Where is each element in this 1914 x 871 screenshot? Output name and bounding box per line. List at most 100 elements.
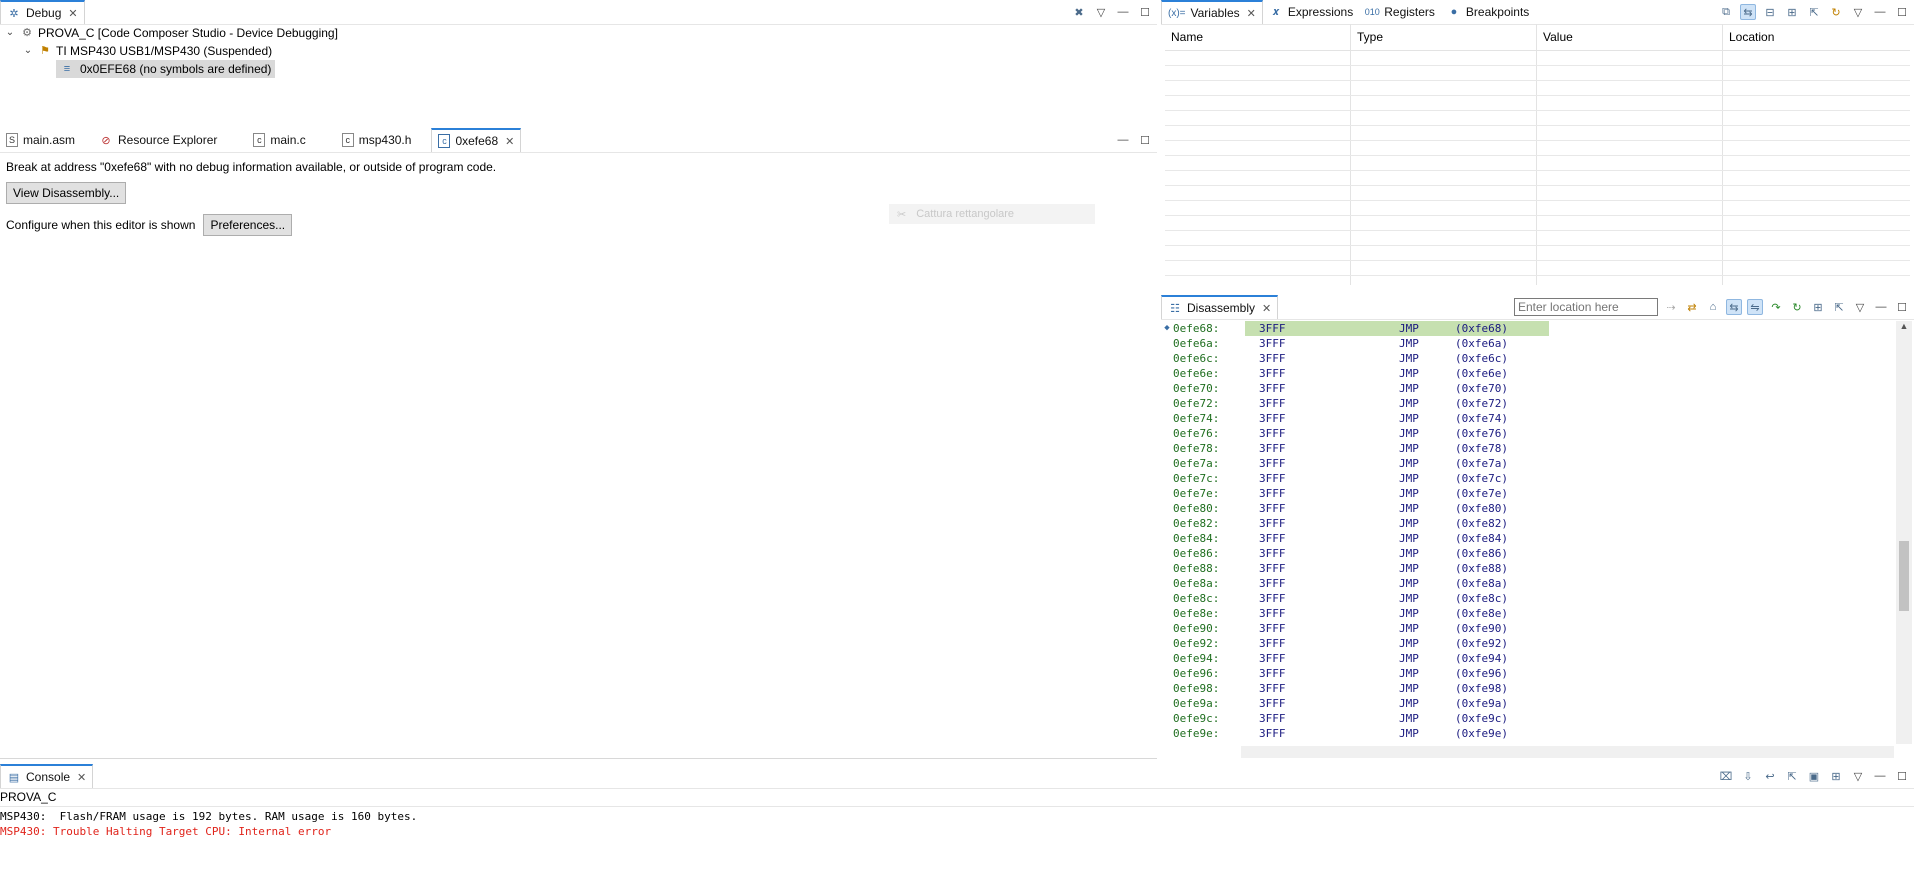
maximize-icon[interactable]: ☐ bbox=[1894, 768, 1910, 784]
disassembly-row[interactable]: 0efe90: 3FFF JMP (0xfe90) bbox=[1161, 621, 1894, 636]
disassembly-listing[interactable]: ◆ 0efe68: 3FFF JMP (0xfe68) 0efe6a: 3FFF JMP (0x… bbox=[1161, 321, 1894, 744]
new-view-icon[interactable]: ⊞ bbox=[1810, 299, 1826, 315]
tab-msp430-h[interactable]: c msp430.h bbox=[336, 128, 418, 152]
close-icon[interactable]: ✕ bbox=[77, 771, 86, 784]
chevron-down-icon[interactable]: ⌄ bbox=[4, 24, 16, 42]
view-menu-icon[interactable]: ▽ bbox=[1850, 4, 1866, 20]
disassembly-row[interactable]: 0efe74: 3FFF JMP (0xfe74) bbox=[1161, 411, 1894, 426]
tab-main-c[interactable]: c main.c bbox=[247, 128, 311, 152]
preferences-button[interactable]: Preferences... bbox=[203, 214, 293, 236]
pin-icon[interactable]: ⇱ bbox=[1831, 299, 1847, 315]
tab-main-asm[interactable]: S main.asm bbox=[0, 128, 81, 152]
show-type-names-icon[interactable]: ⧉ bbox=[1718, 4, 1734, 20]
scroll-lock-icon[interactable]: ⇩ bbox=[1740, 768, 1756, 784]
tab-breakpoints[interactable]: ● Breakpoints bbox=[1441, 0, 1535, 24]
disassembly-row[interactable]: 0efe9a: 3FFF JMP (0xfe9a) bbox=[1161, 696, 1894, 711]
show-source-icon[interactable]: ⇆ bbox=[1726, 299, 1742, 315]
refresh-icon[interactable]: ↻ bbox=[1789, 299, 1805, 315]
disassembly-row[interactable]: 0efe88: 3FFF JMP (0xfe88) bbox=[1161, 561, 1894, 576]
refresh-icon[interactable]: ↻ bbox=[1828, 4, 1844, 20]
chevron-down-icon[interactable]: ⌄ bbox=[22, 42, 34, 60]
show-logical-structure-icon[interactable]: ⇆ bbox=[1740, 4, 1756, 20]
tab-resource-explorer[interactable]: ⊘ Resource Explorer bbox=[93, 128, 223, 152]
disassembly-row[interactable]: 0efe7a: 3FFF JMP (0xfe7a) bbox=[1161, 456, 1894, 471]
view-menu-icon[interactable]: ▽ bbox=[1850, 768, 1866, 784]
go-icon[interactable]: ⇢ bbox=[1663, 299, 1679, 315]
scroll-thumb[interactable] bbox=[1899, 541, 1909, 611]
tab-expressions[interactable]: 𝒙 Expressions bbox=[1263, 0, 1359, 24]
pin-console-icon[interactable]: ⇱ bbox=[1784, 768, 1800, 784]
close-icon[interactable]: ✕ bbox=[505, 135, 514, 148]
tab-console[interactable]: ▤ Console ✕ bbox=[0, 764, 94, 788]
step-over-icon[interactable]: ↷ bbox=[1768, 299, 1784, 315]
tree-item-session[interactable]: ⌄ ⚙ PROVA_C [Code Composer Studio - Devi… bbox=[4, 24, 338, 42]
disassembly-row[interactable]: 0efe7c: 3FFF JMP (0xfe7c) bbox=[1161, 471, 1894, 486]
link-icon[interactable]: ⇄ bbox=[1684, 299, 1700, 315]
disassembly-row[interactable]: 0efe9c: 3FFF JMP (0xfe9c) bbox=[1161, 711, 1894, 726]
word-wrap-icon[interactable]: ↩ bbox=[1762, 768, 1778, 784]
maximize-icon[interactable]: ☐ bbox=[1894, 4, 1910, 20]
view-menu-icon[interactable]: ▽ bbox=[1093, 4, 1109, 20]
disassembly-row[interactable]: 0efe82: 3FFF JMP (0xfe82) bbox=[1161, 516, 1894, 531]
disassembly-row[interactable]: 0efe8e: 3FFF JMP (0xfe8e) bbox=[1161, 606, 1894, 621]
minimize-icon[interactable]: — bbox=[1872, 4, 1888, 20]
disassembly-row[interactable]: 0efe72: 3FFF JMP (0xfe72) bbox=[1161, 396, 1894, 411]
disassembly-row[interactable]: 0efe76: 3FFF JMP (0xfe76) bbox=[1161, 426, 1894, 441]
remove-terminated-icon[interactable]: ✖ bbox=[1071, 4, 1087, 20]
close-icon[interactable]: ✕ bbox=[1247, 7, 1256, 20]
view-menu-icon[interactable]: ▽ bbox=[1852, 299, 1868, 315]
disassembly-row[interactable]: 0efe8c: 3FFF JMP (0xfe8c) bbox=[1161, 591, 1894, 606]
close-icon[interactable]: ✕ bbox=[68, 7, 77, 20]
tree-item-target[interactable]: ⌄ ⚑ TI MSP430 USB1/MSP430 (Suspended) bbox=[4, 42, 338, 60]
column-location[interactable]: Location bbox=[1723, 24, 1910, 50]
show-symbols-icon[interactable]: ⇋ bbox=[1747, 299, 1763, 315]
location-input[interactable] bbox=[1514, 298, 1658, 316]
disassembly-row[interactable]: 0efe9e: 3FFF JMP (0xfe9e) bbox=[1161, 726, 1894, 741]
selected-frame[interactable]: ≡ 0x0EFE68 (no symbols are defined) bbox=[56, 60, 276, 78]
minimize-icon[interactable]: — bbox=[1115, 132, 1131, 148]
column-value[interactable]: Value bbox=[1537, 24, 1723, 50]
view-disassembly-button[interactable]: View Disassembly... bbox=[6, 182, 127, 204]
clear-console-icon[interactable]: ⌧ bbox=[1718, 768, 1734, 784]
disassembly-row[interactable]: 0efe84: 3FFF JMP (0xfe84) bbox=[1161, 531, 1894, 546]
disassembly-row[interactable]: ◆ 0efe68: 3FFF JMP (0xfe68) bbox=[1161, 321, 1894, 336]
close-icon[interactable]: ✕ bbox=[1262, 302, 1271, 315]
tab-registers[interactable]: 010 Registers bbox=[1359, 0, 1441, 24]
disassembly-row[interactable]: 0efe92: 3FFF JMP (0xfe92) bbox=[1161, 636, 1894, 651]
column-name[interactable]: Name bbox=[1165, 24, 1351, 50]
disassembly-row[interactable]: 0efe70: 3FFF JMP (0xfe70) bbox=[1161, 381, 1894, 396]
variables-table-body[interactable] bbox=[1165, 51, 1910, 285]
disassembly-row[interactable]: 0efe78: 3FFF JMP (0xfe78) bbox=[1161, 441, 1894, 456]
disassembly-row[interactable]: 0efe6c: 3FFF JMP (0xfe6c) bbox=[1161, 351, 1894, 366]
tab-debug[interactable]: ✲ Debug ✕ bbox=[0, 0, 85, 24]
minimize-icon[interactable]: — bbox=[1873, 299, 1889, 315]
disassembly-row[interactable]: 0efe7e: 3FFF JMP (0xfe7e) bbox=[1161, 486, 1894, 501]
disassembly-row[interactable]: 0efe6e: 3FFF JMP (0xfe6e) bbox=[1161, 366, 1894, 381]
scroll-up-icon[interactable]: ▲ bbox=[1896, 321, 1912, 331]
collapse-all-icon[interactable]: ⊟ bbox=[1762, 4, 1778, 20]
display-console-icon[interactable]: ▣ bbox=[1806, 768, 1822, 784]
maximize-icon[interactable]: ☐ bbox=[1137, 4, 1153, 20]
maximize-icon[interactable]: ☐ bbox=[1137, 132, 1153, 148]
horizontal-scrollbar[interactable] bbox=[1241, 746, 1894, 758]
minimize-icon[interactable]: — bbox=[1872, 768, 1888, 784]
disassembly-row[interactable]: 0efe6a: 3FFF JMP (0xfe6a) bbox=[1161, 336, 1894, 351]
tab-disassembly[interactable]: ☷ Disassembly ✕ bbox=[1161, 295, 1279, 319]
minimize-icon[interactable]: — bbox=[1115, 4, 1131, 20]
vertical-scrollbar[interactable]: ▲ bbox=[1896, 321, 1912, 744]
pin-icon[interactable]: ⇱ bbox=[1806, 4, 1822, 20]
tab-0xefe68[interactable]: c 0xefe68 ✕ bbox=[431, 128, 522, 152]
maximize-icon[interactable]: ☐ bbox=[1894, 299, 1910, 315]
disassembly-row[interactable]: 0efe94: 3FFF JMP (0xfe94) bbox=[1161, 651, 1894, 666]
console-content[interactable]: PROVA_C MSP430: Flash/FRAM usage is 192 … bbox=[0, 788, 1914, 871]
new-view-icon[interactable]: ⊞ bbox=[1784, 4, 1800, 20]
tab-variables[interactable]: (x)= Variables ✕ bbox=[1161, 0, 1263, 24]
disassembly-row[interactable]: 0efe98: 3FFF JMP (0xfe98) bbox=[1161, 681, 1894, 696]
disassembly-row[interactable]: 0efe8a: 3FFF JMP (0xfe8a) bbox=[1161, 576, 1894, 591]
tree-item-frame[interactable]: ≡ 0x0EFE68 (no symbols are defined) bbox=[4, 60, 338, 78]
disassembly-row[interactable]: 0efe86: 3FFF JMP (0xfe86) bbox=[1161, 546, 1894, 561]
home-icon[interactable]: ⌂ bbox=[1705, 299, 1721, 315]
column-type[interactable]: Type bbox=[1351, 24, 1537, 50]
disassembly-row[interactable]: 0efe96: 3FFF JMP (0xfe96) bbox=[1161, 666, 1894, 681]
disassembly-row[interactable]: 0efe80: 3FFF JMP (0xfe80) bbox=[1161, 501, 1894, 516]
